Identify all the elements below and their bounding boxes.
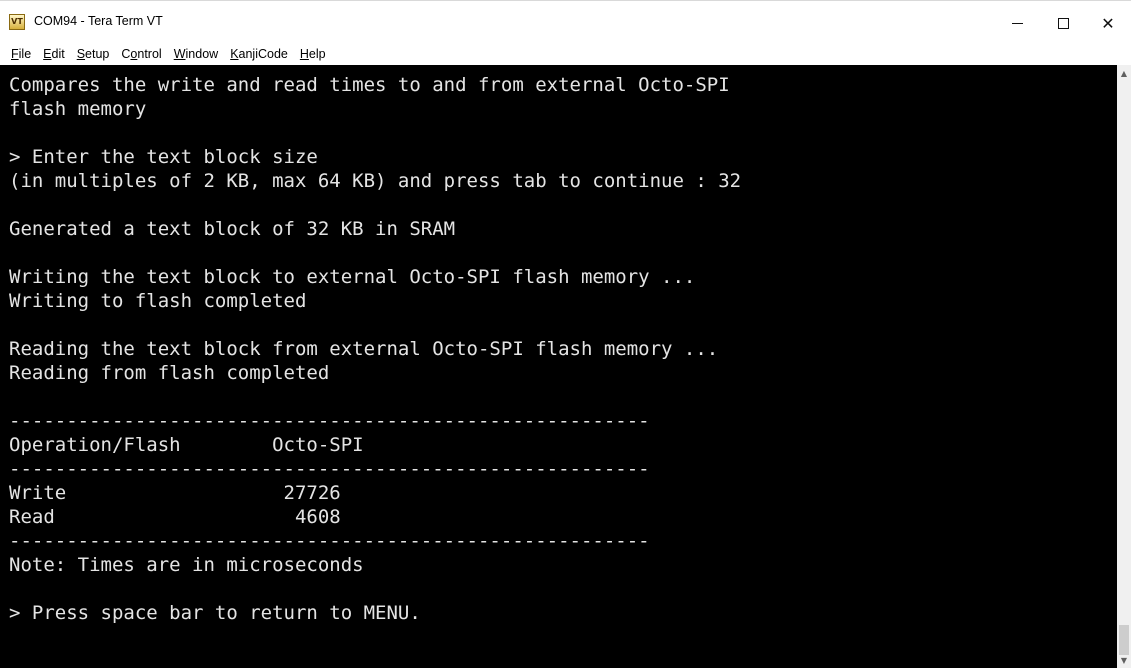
menu-item-setup[interactable]: Setup <box>71 47 116 61</box>
terminal-line: Reading the text block from external Oct… <box>9 338 719 360</box>
menu-item-control[interactable]: Control <box>115 47 167 61</box>
terminal-line: ----------------------------------------… <box>9 530 650 552</box>
menu-bar: File Edit Setup Control Window KanjiCode Help <box>0 44 1131 64</box>
menu-item-accelerator: W <box>173 47 186 61</box>
terminal-line: Generated a text block of 32 KB in SRAM <box>9 218 456 240</box>
maximize-icon <box>1057 17 1069 29</box>
menu-item-text: elp <box>308 47 326 61</box>
menu-item-kanjicode[interactable]: KanjiCode <box>224 47 294 61</box>
menu-item-file[interactable]: File <box>5 47 37 61</box>
menu-item-text: ile <box>18 47 32 61</box>
close-button[interactable]: ✕ <box>1085 1 1131 45</box>
scroll-thumb[interactable] <box>1119 625 1129 655</box>
terminal-line: ----------------------------------------… <box>9 458 650 480</box>
terminal-line: Reading from flash completed <box>9 362 330 384</box>
terminal-line: > Press space bar to return to MENU. <box>9 602 421 624</box>
terminal-line: (in multiples of 2 KB, max 64 KB) and pr… <box>9 170 742 192</box>
menu-item-text: ntrol <box>137 47 162 61</box>
minimize-icon <box>1011 22 1023 24</box>
menu-item-text: indow <box>185 47 219 61</box>
menu-item-edit[interactable]: Edit <box>37 47 71 61</box>
terminal-line: Writing the text block to external Octo-… <box>9 266 696 288</box>
window-title: COM94 - Tera Term VT <box>34 14 163 28</box>
terminal-line: > Enter the text block size <box>9 146 318 168</box>
terminal-line: flash memory <box>9 98 147 120</box>
close-icon: ✕ <box>1101 13 1115 33</box>
terminal-line: Compares the write and read times to and… <box>9 74 730 96</box>
terminal-output[interactable]: Compares the write and read times to and… <box>0 65 1117 668</box>
teraterm-app-icon[interactable]: VT <box>9 14 25 30</box>
terminal-line: ----------------------------------------… <box>9 410 650 432</box>
minimize-button[interactable] <box>994 1 1040 45</box>
menu-item-text: etup <box>85 47 110 61</box>
scroll-up-arrow-icon[interactable]: ▲ <box>1117 67 1131 81</box>
menu-item-accelerator: K <box>230 47 239 61</box>
menu-item-accelerator: E <box>43 47 52 61</box>
terminal-line: Operation/Flash Octo-SPI <box>9 434 364 456</box>
menu-item-accelerator: F <box>11 47 19 61</box>
menu-item-accelerator: S <box>76 47 86 61</box>
terminal-line: Read 4608 <box>9 506 341 528</box>
terminal-line: Note: Times are in microseconds <box>9 554 364 576</box>
menu-item-accelerator: H <box>299 47 309 61</box>
menu-item-text: dit <box>51 47 65 61</box>
scroll-down-arrow-icon[interactable]: ▼ <box>1117 654 1131 668</box>
menu-item-text: anjiCode <box>238 47 288 61</box>
maximize-button[interactable] <box>1040 1 1086 45</box>
terminal-line: Writing to flash completed <box>9 290 307 312</box>
menu-item-window[interactable]: Window <box>168 47 224 61</box>
terminal-line: Write 27726 <box>9 482 341 504</box>
vertical-scrollbar[interactable]: ▲ ▼ <box>1117 65 1131 668</box>
title-bar[interactable]: VT COM94 - Tera Term VT ✕ <box>0 0 1131 44</box>
menu-item-help[interactable]: Help <box>294 47 332 61</box>
